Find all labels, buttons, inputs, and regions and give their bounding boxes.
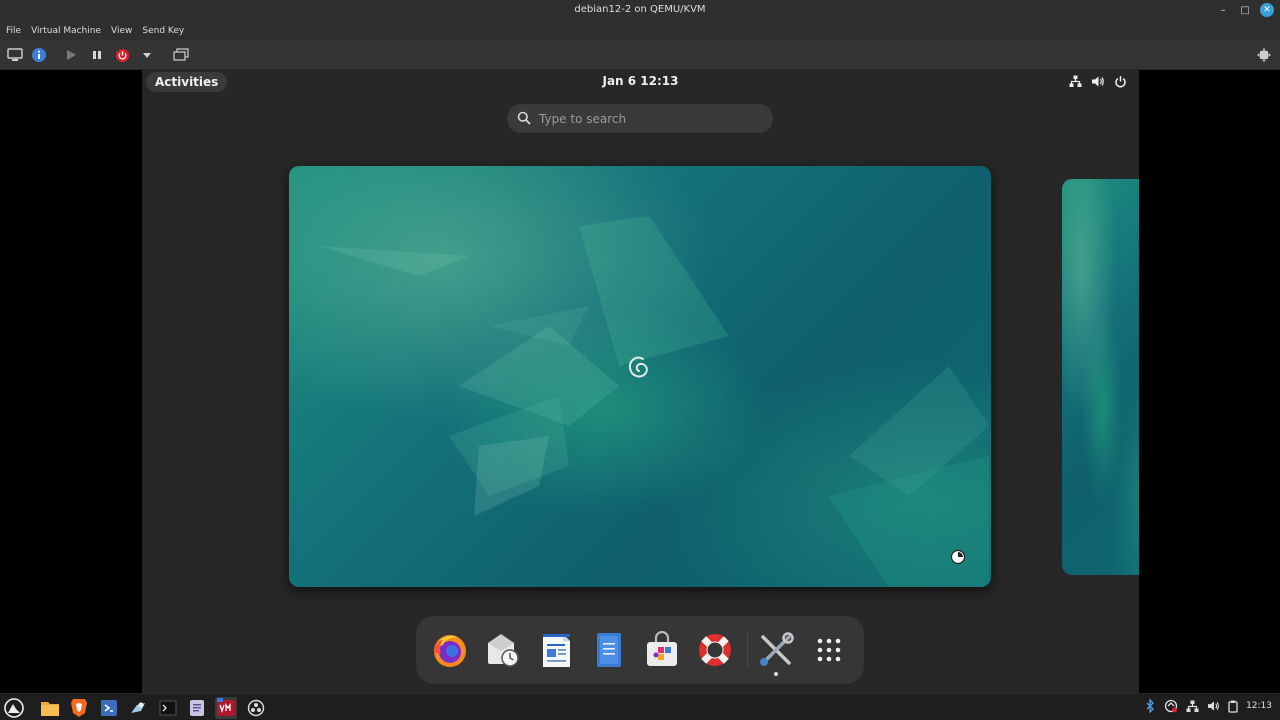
shutdown-button[interactable] (113, 46, 131, 64)
document-writer-icon (543, 634, 570, 667)
taskbar-vscode[interactable] (98, 697, 120, 719)
app-grid-icon (817, 638, 841, 662)
console-button[interactable] (6, 46, 24, 64)
volume-icon (1092, 76, 1104, 87)
fullscreen-button[interactable] (1255, 46, 1273, 64)
firefox-icon (434, 635, 466, 667)
start-menu-button[interactable] (3, 697, 25, 719)
details-button[interactable] (30, 46, 48, 64)
code-editor-icon (101, 700, 117, 716)
power-icon (115, 48, 129, 62)
taskbar-obs[interactable] (245, 697, 267, 719)
workspace-thumbnail-current[interactable] (289, 166, 991, 587)
menu-send-key[interactable]: Send Key (142, 26, 184, 36)
steam-icon (131, 702, 145, 713)
menu-virtual-machine[interactable]: Virtual Machine (31, 26, 101, 36)
maximize-button[interactable]: □ (1238, 3, 1252, 17)
console-icon (7, 48, 23, 61)
minimize-button[interactable]: – (1216, 3, 1230, 17)
search-icon (517, 111, 531, 125)
run-button[interactable] (62, 46, 80, 64)
guest-display[interactable]: Activities Jan 6 12:13 (142, 70, 1139, 693)
clipboard-icon[interactable] (1228, 700, 1238, 713)
taskbar-virt-manager[interactable] (215, 697, 237, 719)
network-icon[interactable] (1186, 700, 1199, 713)
menubar: File Virtual Machine View Send Key (0, 22, 1280, 40)
dock-app-software[interactable] (642, 630, 682, 670)
taskbar-text-notes[interactable] (186, 697, 208, 719)
debian-wallpaper (1062, 179, 1139, 575)
system-tray: 12:13 (1144, 699, 1272, 713)
power-icon (1115, 76, 1126, 88)
recording-icon (247, 699, 265, 717)
mail-clock-icon (488, 634, 519, 667)
system-menu[interactable] (1069, 75, 1127, 88)
gnome-topbar: Activities Jan 6 12:13 (142, 70, 1139, 94)
network-icon (1069, 75, 1082, 87)
pause-icon (93, 51, 101, 59)
taskbar-terminal[interactable] (157, 697, 179, 719)
shutdown-menu-button[interactable] (138, 46, 156, 64)
brave-icon (71, 699, 87, 717)
taskbar-files[interactable] (39, 697, 61, 719)
update-notifier-icon[interactable] (1164, 699, 1178, 713)
running-indicator (774, 672, 778, 676)
debian-swirl-logo (628, 356, 648, 378)
notes-icon (190, 700, 204, 716)
window-titlebar: debian12-2 on QEMU/KVM – □ ✕ (0, 0, 1280, 22)
clock[interactable]: Jan 6 12:13 (142, 74, 1139, 88)
volume-icon[interactable] (1207, 700, 1220, 712)
vm-toolbar (0, 40, 1280, 70)
play-icon (67, 50, 76, 60)
virtual-machine-icon (217, 698, 235, 716)
menu-file[interactable]: File (6, 26, 21, 36)
busy-cursor-icon (950, 549, 966, 565)
host-taskbar: 12:13 (0, 693, 1280, 720)
taskbar-steam[interactable] (127, 697, 149, 719)
dropdown-icon (143, 53, 151, 58)
dock-app-text-editor[interactable] (589, 630, 629, 670)
close-button[interactable]: ✕ (1260, 3, 1274, 17)
dash-dock (416, 616, 864, 684)
search-box[interactable] (507, 104, 773, 133)
dock-app-help[interactable] (695, 630, 735, 670)
tray-clock[interactable]: 12:13 (1246, 701, 1272, 711)
dock-separator (747, 632, 748, 668)
workspace-thumbnail-next[interactable] (1062, 179, 1139, 575)
dock-app-writer[interactable] (536, 630, 576, 670)
snapshot-icon (173, 48, 189, 61)
bluetooth-icon[interactable] (1144, 699, 1156, 713)
dock-app-evolution[interactable] (483, 630, 523, 670)
tools-icon (760, 632, 794, 666)
text-editor-icon (597, 633, 621, 667)
software-bag-icon (647, 631, 677, 666)
fullscreen-icon (1257, 48, 1271, 62)
show-apps-button[interactable] (809, 630, 849, 670)
menu-view[interactable]: View (111, 26, 132, 36)
terminal-icon (159, 700, 177, 716)
folder-icon (41, 702, 59, 716)
lifebuoy-icon (699, 634, 731, 666)
pause-button[interactable] (88, 46, 106, 64)
taskbar-brave[interactable] (68, 697, 90, 719)
info-icon (32, 48, 46, 62)
start-menu-icon (4, 698, 24, 718)
search-input[interactable] (539, 104, 764, 133)
dock-app-firefox[interactable] (430, 630, 470, 670)
dock-app-utilities[interactable] (756, 630, 796, 670)
debian-wallpaper (289, 166, 991, 587)
window-title: debian12-2 on QEMU/KVM (574, 4, 706, 15)
snapshot-button[interactable] (172, 46, 190, 64)
window-controls: – □ ✕ (1216, 3, 1274, 17)
